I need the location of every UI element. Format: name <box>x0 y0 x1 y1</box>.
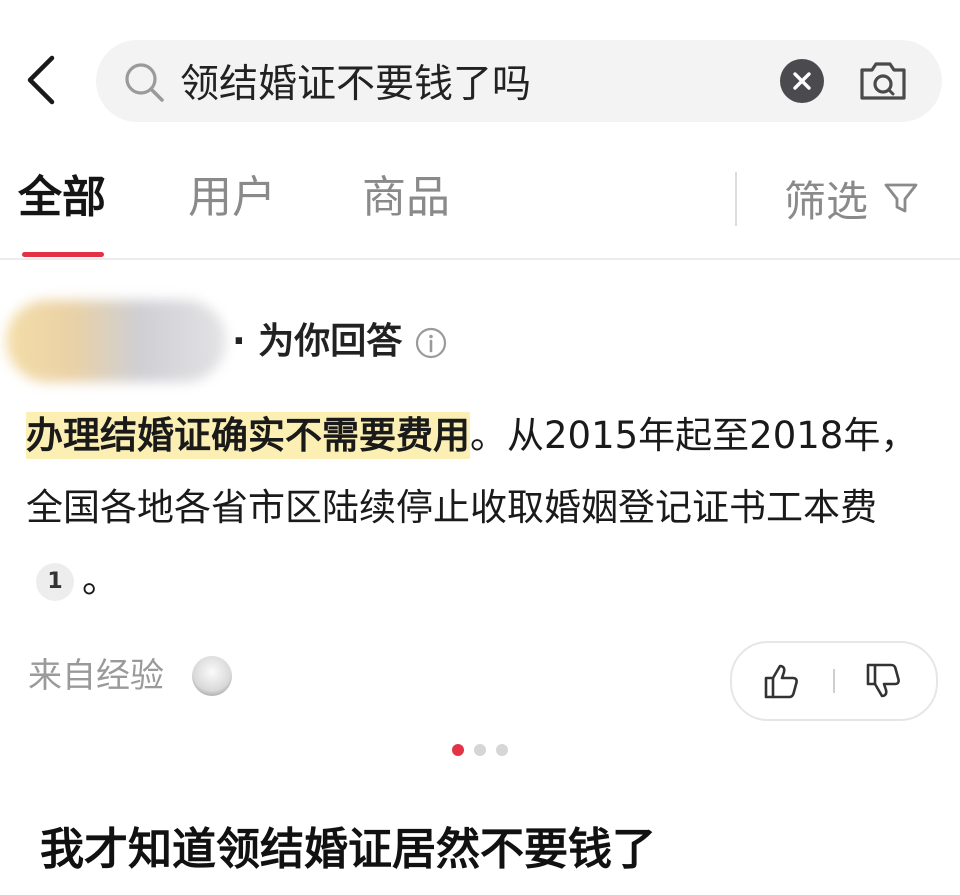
filter-funnel-icon <box>884 183 918 213</box>
camera-icon <box>860 62 906 100</box>
clear-search-button[interactable] <box>780 59 824 103</box>
answer-text: 办理结婚证确实不需要费用。从2015年起至2018年，全国各地各省市区陆续停止收… <box>26 400 926 616</box>
active-tab-indicator <box>22 252 104 257</box>
thumb-up-icon[interactable] <box>762 661 802 701</box>
clear-icon <box>793 72 811 90</box>
info-icon[interactable] <box>414 326 448 360</box>
search-bar[interactable] <box>96 40 942 122</box>
blurred-user-avatar <box>6 300 226 382</box>
source-avatar[interactable] <box>192 656 232 696</box>
carousel-dot[interactable] <box>474 744 486 756</box>
answer-tag: · 为你回答 <box>232 321 403 362</box>
answer-tail: 。 <box>82 558 119 601</box>
tab-all[interactable]: 全部 <box>18 168 106 228</box>
filter-button[interactable]: 筛选 <box>784 168 920 228</box>
search-input[interactable] <box>180 54 760 108</box>
citation-badge[interactable]: 1 <box>36 562 74 601</box>
back-arrow-icon <box>27 55 55 105</box>
answer-highlight: 办理结婚证确实不需要费用 <box>26 412 470 459</box>
vote-pill <box>730 641 938 721</box>
tabs-separator <box>0 258 960 260</box>
tab-divider <box>735 172 737 226</box>
thumb-down-icon[interactable] <box>864 661 904 701</box>
camera-search-button[interactable] <box>856 54 910 108</box>
tab-products[interactable]: 商品 <box>362 168 450 228</box>
filter-label: 筛选 <box>784 176 869 226</box>
caption: 我才知道领结婚证居然不要钱了 <box>40 824 656 875</box>
carousel-dot[interactable] <box>496 744 508 756</box>
vote-divider <box>833 669 835 693</box>
carousel-dot[interactable] <box>452 744 464 756</box>
tab-users[interactable]: 用户 <box>188 168 276 228</box>
source-label[interactable]: 来自经验 <box>28 652 164 700</box>
back-button[interactable] <box>22 52 62 108</box>
search-icon <box>125 63 164 102</box>
